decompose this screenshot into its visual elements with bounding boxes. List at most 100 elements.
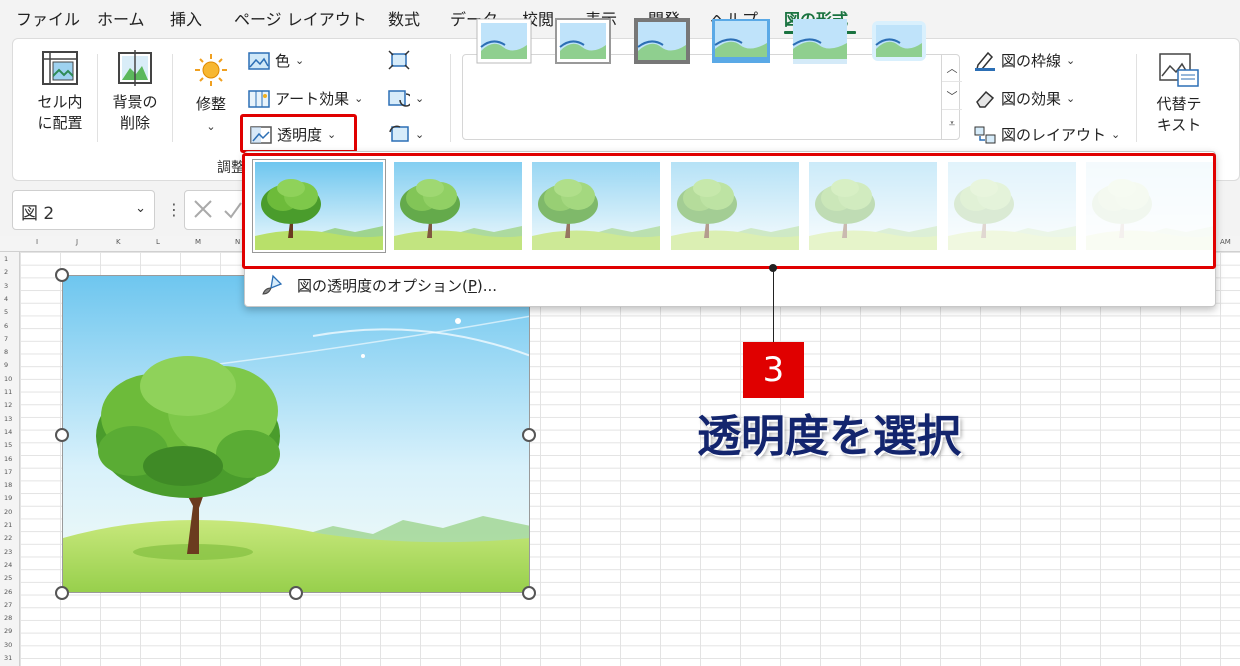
resize-handle-se[interactable] [522,586,536,600]
picture-layout-label: 図のレイアウト [1001,126,1107,144]
row-header-label[interactable]: 25 [4,574,12,582]
picture-style-3[interactable] [633,17,691,65]
transparency-options-item[interactable]: 図の透明度のオプション(P)... [259,274,497,296]
column-header-l[interactable]: L [156,238,160,246]
row-header-label[interactable]: 1 [4,255,8,263]
chevron-down-icon: ⌄ [206,120,216,133]
change-picture-icon [388,90,410,107]
reset-picture-button[interactable]: ⌄ [388,124,424,144]
row-header-label[interactable]: 15 [4,441,12,449]
row-header-label[interactable]: 28 [4,614,12,622]
picture-style-6[interactable] [870,17,928,65]
row-header-label[interactable]: 23 [4,548,12,556]
row-header-label[interactable]: 31 [4,654,12,662]
tab-insert[interactable]: 挿入 [170,6,202,30]
brush-icon [262,274,283,295]
art-effects-icon [248,89,270,108]
row-header-label[interactable]: 2 [4,268,8,276]
column-header-am[interactable]: AM [1220,238,1231,246]
row-header-label[interactable]: 30 [4,641,12,649]
column-header-n[interactable]: N [235,238,240,246]
row-header-label[interactable]: 17 [4,468,12,476]
row-header-label[interactable]: 8 [4,348,8,356]
row-header-label[interactable]: 9 [4,361,8,369]
place-in-cell-button[interactable]: セル内 に配置 [28,50,92,134]
tab-page-layout[interactable]: ページ レイアウト [234,6,367,30]
tab-home[interactable]: ホーム [97,6,145,30]
picture-style-1[interactable] [475,17,533,65]
picture-effects-button[interactable]: 図の効果 ⌄ [974,88,1075,109]
row-header-label[interactable]: 22 [4,534,12,542]
menu-bar: ファイル ホーム 挿入 ページ レイアウト 数式 データ 校閲 表示 開発 ヘル… [0,0,1240,36]
column-header-k[interactable]: K [116,238,121,246]
alt-text-button[interactable]: 代替テ キスト [1146,52,1212,136]
column-header-i[interactable]: I [36,238,38,246]
selected-picture[interactable] [62,275,530,593]
corrections-button[interactable]: 修整 ⌄ [184,52,238,137]
chevron-down-icon: ⌄ [295,54,305,67]
row-header-label[interactable]: 26 [4,588,12,596]
row-header-label[interactable]: 27 [4,601,12,609]
row-header-label[interactable]: 7 [4,335,8,343]
row-header-label[interactable]: 13 [4,415,12,423]
cancel-icon[interactable] [185,191,245,229]
group-label-adjust: 調整 [217,160,245,176]
picture-style-4[interactable] [712,17,770,65]
tab-file[interactable]: ファイル [16,6,80,30]
art-effects-label: アート効果 [275,90,350,108]
formula-bar-grip[interactable]: ⋮ [166,200,182,219]
transparency-highlight-box [240,114,357,153]
remove-background-icon [118,50,152,86]
row-header-label[interactable]: 16 [4,455,12,463]
column-header-j[interactable]: J [76,238,78,246]
picture-style-2[interactable] [554,17,612,65]
reset-picture-icon [389,125,409,142]
gallery-more-button[interactable]: ⩡ [942,110,962,138]
picture-layout-button[interactable]: 図のレイアウト ⌄ [974,124,1120,145]
pen-icon [975,51,995,71]
row-header-label[interactable]: 11 [4,388,12,396]
row-header-label[interactable]: 19 [4,494,12,502]
resize-handle-sw[interactable] [55,586,69,600]
row-header-label[interactable]: 6 [4,322,8,330]
chevron-down-icon[interactable]: ⌄ [135,201,146,216]
picture-style-5[interactable] [791,17,849,65]
tree-landscape-image [63,276,529,592]
gallery-scroll: ︿ ﹀ ⩡ [941,54,962,140]
presets-highlight-box [242,153,1216,269]
name-box[interactable]: 図 2 ⌄ [12,190,155,230]
art-effects-button[interactable]: アート効果 ⌄ [248,88,363,109]
resize-handle-w[interactable] [55,428,69,442]
compress-picture-button[interactable] [388,50,410,70]
row-header-label[interactable]: 3 [4,282,8,290]
row-header-label[interactable]: 24 [4,561,12,569]
resize-handle-nw[interactable] [55,268,69,282]
picture-effects-label: 図の効果 [1001,90,1062,108]
resize-handle-e[interactable] [522,428,536,442]
picture-styles-gallery [462,54,960,140]
row-header-label[interactable]: 20 [4,508,12,516]
gallery-down-button[interactable]: ﹀ [942,82,962,110]
row-header-label[interactable]: 4 [4,295,8,303]
row-header-label[interactable]: 12 [4,401,12,409]
row-header-label[interactable]: 10 [4,375,12,383]
chevron-down-icon: ⌄ [1066,92,1076,105]
picture-border-label: 図の枠線 [1001,52,1062,70]
remove-background-button[interactable]: 背景の 削除 [104,50,166,134]
annotation-text: 透明度を選択 [697,411,961,462]
resize-handle-s[interactable] [289,586,303,600]
row-header-label[interactable]: 5 [4,308,8,316]
color-button[interactable]: 色 ⌄ [248,50,304,71]
row-header-label[interactable]: 18 [4,481,12,489]
row-header-label[interactable]: 14 [4,428,12,436]
ribbon-divider [172,54,173,142]
change-picture-button[interactable]: ⌄ [388,88,424,108]
row-header-label[interactable]: 29 [4,627,12,635]
ribbon-divider [1136,54,1137,142]
picture-border-button[interactable]: 図の枠線 ⌄ [974,50,1075,71]
row-header-label[interactable]: 21 [4,521,12,529]
column-header-m[interactable]: M [195,238,201,246]
gallery-up-button[interactable]: ︿ [942,54,962,82]
ribbon-divider [97,54,98,142]
tab-formulas[interactable]: 数式 [388,6,420,30]
